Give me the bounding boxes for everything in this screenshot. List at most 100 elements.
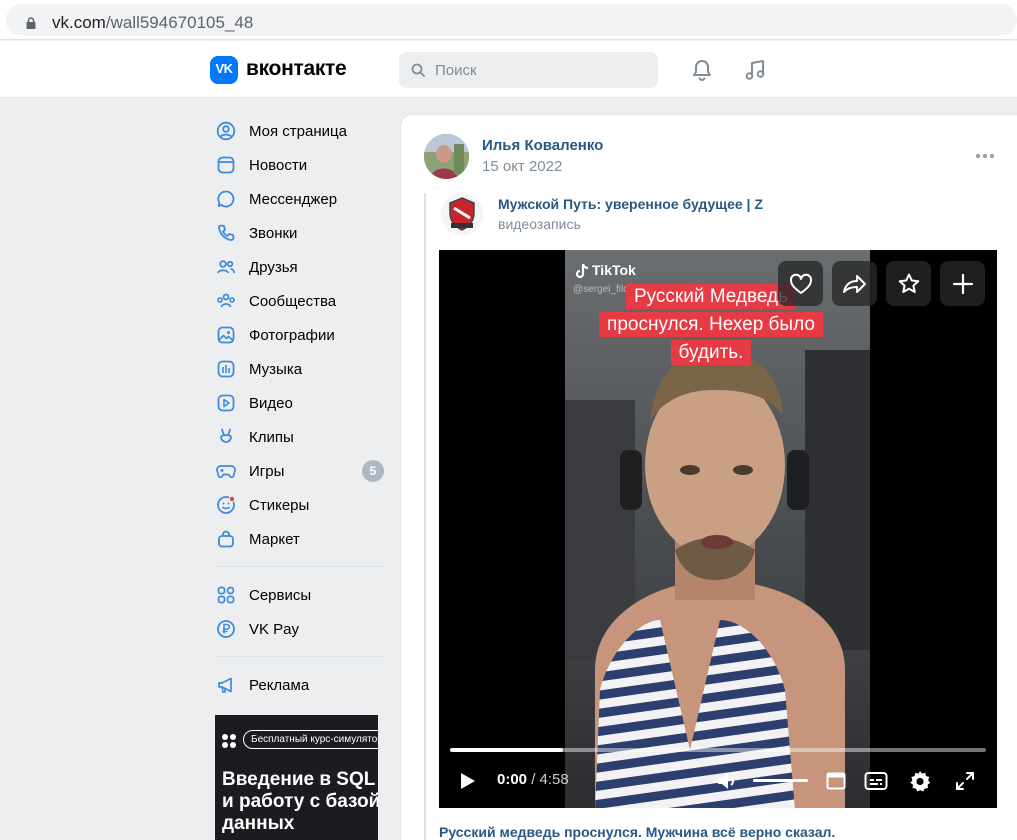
sticker-icon <box>215 494 237 516</box>
sidebar-item-music[interactable]: Музыка <box>206 352 390 386</box>
plus-icon <box>952 273 973 294</box>
sidebar-item-communities[interactable]: Сообщества <box>206 284 390 318</box>
sidebar-item-photos[interactable]: Фотографии <box>206 318 390 352</box>
sidebar-item-video[interactable]: Видео <box>206 386 390 420</box>
gamepad-icon <box>215 460 237 482</box>
sidebar-item-label: Видео <box>249 394 293 412</box>
avatar-photo <box>424 134 469 179</box>
search-box <box>399 52 658 88</box>
video-progress-bar[interactable] <box>450 748 986 752</box>
url-host: vk.com <box>52 13 106 32</box>
play-icon <box>461 773 475 789</box>
volume-fill <box>753 779 808 782</box>
author-avatar[interactable] <box>424 134 469 179</box>
sidebar-nav: Моя страница Новости Мессенджер Звонки Д… <box>206 114 390 702</box>
ad-banner[interactable]: Бесплатный курс-симулятор Введение в SQL… <box>215 715 378 840</box>
video-time: 0:00 / 4:58 <box>497 771 569 788</box>
sidebar-item-calls[interactable]: Звонки <box>206 216 390 250</box>
sidebar-item-label: Мессенджер <box>249 190 338 208</box>
group-avatar[interactable] <box>441 193 483 235</box>
volume-slider[interactable] <box>753 779 808 782</box>
sidebar-item-vkpay[interactable]: VK Pay <box>206 612 390 646</box>
vk-logo-mark: VK <box>215 61 233 76</box>
repost-subtitle: видеозапись <box>498 216 581 232</box>
url-text: vk.com/wall594670105_48 <box>52 13 253 33</box>
url-field[interactable]: vk.com/wall594670105_48 <box>6 4 1017 36</box>
share-icon <box>842 274 866 293</box>
course-logo-icon <box>222 734 236 748</box>
sidebar-item-my-page[interactable]: Моя страница <box>206 114 390 148</box>
like-video-button[interactable] <box>778 261 823 306</box>
shield-emblem-icon <box>441 193 483 235</box>
url-path: /wall594670105_48 <box>105 13 254 32</box>
sidebar-item-stickers[interactable]: Стикеры <box>206 488 390 522</box>
settings-button[interactable] <box>908 769 932 793</box>
sidebar-item-messenger[interactable]: Мессенджер <box>206 182 390 216</box>
search-input[interactable] <box>435 52 650 88</box>
share-video-button[interactable] <box>832 261 877 306</box>
add-video-button[interactable] <box>940 261 985 306</box>
volume-button[interactable] <box>715 769 739 793</box>
games-count-badge: 5 <box>362 460 384 482</box>
sidebar-item-label: Звонки <box>249 224 298 242</box>
sidebar-item-market[interactable]: Маркет <box>206 522 390 556</box>
market-bag-icon <box>215 528 237 550</box>
sidebar-item-label: Стикеры <box>249 496 310 514</box>
megaphone-icon <box>215 674 237 696</box>
news-icon <box>215 154 237 176</box>
music-icon <box>215 358 237 380</box>
subtitles-icon <box>864 772 888 790</box>
video-player[interactable]: TikTok @sergei_filosof Русский Медведь п… <box>439 250 997 808</box>
sidebar-item-games[interactable]: Игры 5 <box>206 454 390 488</box>
phone-icon <box>215 222 237 244</box>
video-title-link[interactable]: Русский медведь проснулся. Мужчина всё в… <box>439 824 835 840</box>
fullscreen-icon <box>956 772 974 790</box>
fullscreen-button[interactable] <box>953 769 977 793</box>
ad-title: Введение в SQL и работу с базой данных <box>222 769 378 834</box>
repost-group-name[interactable]: Мужской Путь: уверенное будущее | Z <box>498 196 763 212</box>
video-icon <box>215 392 237 414</box>
sidebar-item-label: Моя страница <box>249 122 347 140</box>
user-circle-icon <box>215 120 237 142</box>
tiktok-watermark: TikTok <box>592 262 636 278</box>
ad-pill: Бесплатный курс-симулятор <box>243 730 378 749</box>
communities-icon <box>215 290 237 312</box>
sidebar-item-services[interactable]: Сервисы <box>206 578 390 612</box>
sidebar-item-friends[interactable]: Друзья <box>206 250 390 284</box>
gear-icon <box>910 771 931 792</box>
tiktok-logo-icon <box>575 263 589 279</box>
music-note-icon[interactable] <box>742 57 768 83</box>
vk-logo-icon[interactable]: VK <box>210 56 238 84</box>
lock-icon <box>26 17 36 29</box>
post-author[interactable]: Илья Коваленко <box>482 137 603 154</box>
volume-icon <box>718 773 734 789</box>
play-button[interactable] <box>457 769 479 793</box>
video-time-current: 0:00 <box>497 771 528 788</box>
sidebar-divider <box>216 656 384 657</box>
clips-icon <box>215 426 237 448</box>
video-time-total: 4:58 <box>539 771 569 788</box>
message-icon <box>215 188 237 210</box>
bell-icon[interactable] <box>689 57 715 83</box>
more-dots-icon[interactable] <box>975 153 995 159</box>
subtitles-button[interactable] <box>863 769 889 793</box>
sidebar-item-label: Новости <box>249 156 308 174</box>
mini-player-button[interactable] <box>824 769 848 793</box>
photo-icon <box>215 324 237 346</box>
vk-logo-text[interactable]: вконтакте <box>246 57 347 81</box>
services-grid-icon <box>215 584 237 606</box>
sidebar-item-clips[interactable]: Клипы <box>206 420 390 454</box>
sidebar-item-label: Маркет <box>249 530 300 548</box>
sidebar-item-label: Реклама <box>249 676 310 694</box>
sidebar-item-label: Фотографии <box>249 326 335 344</box>
bookmark-video-button[interactable] <box>886 261 931 306</box>
browser-address-bar: vk.com/wall594670105_48 <box>0 0 1017 40</box>
sidebar-item-news[interactable]: Новости <box>206 148 390 182</box>
heart-icon <box>789 273 812 294</box>
sidebar-item-label: Музыка <box>249 360 303 378</box>
vkpay-icon <box>215 618 237 640</box>
post-date[interactable]: 15 окт 2022 <box>482 158 562 175</box>
vk-header: VK вконтакте <box>0 41 1017 98</box>
sidebar-item-ads[interactable]: Реклама <box>206 668 390 702</box>
sidebar-item-label: VK Pay <box>249 620 300 638</box>
